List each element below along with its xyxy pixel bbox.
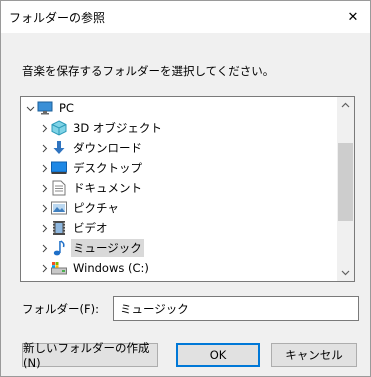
ok-button[interactable]: OK [176,343,260,367]
tree-item-label: 3D オブジェクト [73,121,162,135]
tree-item-label: ビデオ [73,221,108,235]
tree-item-label: ドキュメント [73,181,142,195]
chevron-right-icon[interactable] [38,218,50,238]
folder-tree[interactable]: PC 3D オブジェクト ダウンロード デスクトップ ドキュメント ピクチャ ビ… [20,96,355,282]
tree-item-videos[interactable]: ビデオ [38,218,110,238]
scroll-down-arrow-icon[interactable] [337,264,354,281]
close-button[interactable]: ✕ [336,1,370,33]
tree-item-label: PC [59,101,74,115]
tree-item-pictures[interactable]: ピクチャ [38,198,121,218]
desktop-icon [50,159,68,177]
instruction-text: 音楽を保存するフォルダーを選択してください。 [22,64,275,78]
tree-item-label: ダウンロード [73,141,142,155]
drive-icon [50,259,68,277]
vertical-scrollbar[interactable] [337,97,354,281]
tree-item-downloads[interactable]: ダウンロード [38,138,144,158]
tree-item-label: デスクトップ [73,161,142,175]
folder-name-input[interactable] [113,296,359,321]
folder-browse-dialog: フォルダーの参照 ✕ 音楽を保存するフォルダーを選択してください。 PC 3D … [0,0,371,377]
music-icon [50,239,68,257]
tree-item-windows-c[interactable]: Windows (C:) [38,258,151,278]
chevron-right-icon[interactable] [38,198,50,218]
chevron-right-icon[interactable] [38,258,50,278]
tree-item-music[interactable]: ミュージック [38,238,144,258]
tree-item-documents[interactable]: ドキュメント [38,178,144,198]
tree-item-label: Windows (C:) [73,261,149,275]
chevron-right-icon[interactable] [38,158,50,178]
new-folder-button[interactable]: 新しいフォルダーの作成(N) [22,341,158,370]
tree-item-pc[interactable]: PC [24,98,76,118]
chevron-right-icon[interactable] [38,178,50,198]
download-icon [50,139,68,157]
close-icon: ✕ [347,9,359,25]
tree-item-desktop[interactable]: デスクトップ [38,158,144,178]
scroll-up-arrow-icon[interactable] [337,97,354,114]
chevron-right-icon[interactable] [38,118,50,138]
cancel-button[interactable]: キャンセル [271,343,357,367]
3d-objects-icon [50,119,68,137]
folder-field-label: フォルダー(F): [22,302,99,316]
tree-item-3d-objects[interactable]: 3D オブジェクト [38,118,164,138]
window-title: フォルダーの参照 [9,11,106,25]
videos-icon [50,219,68,237]
computer-icon [36,99,54,117]
chevron-right-icon[interactable] [38,138,50,158]
tree-item-label: ミュージック [71,239,144,257]
tree-item-label: ピクチャ [73,201,119,215]
documents-icon [50,179,68,197]
title-bar: フォルダーの参照 ✕ [1,1,370,33]
pictures-icon [50,199,68,217]
chevron-down-icon[interactable] [24,98,36,118]
chevron-right-icon[interactable] [38,238,50,258]
scrollbar-thumb[interactable] [338,143,353,221]
